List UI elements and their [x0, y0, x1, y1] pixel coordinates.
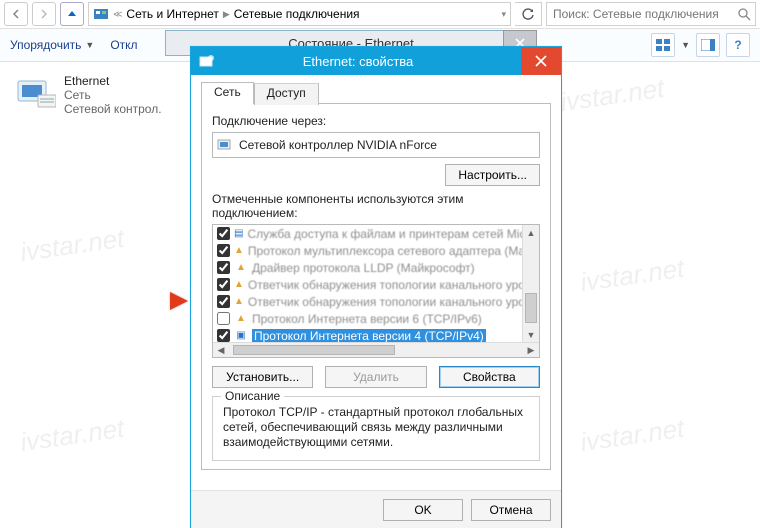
properties-button[interactable]: Свойства — [439, 366, 540, 388]
description-label: Описание — [221, 389, 284, 403]
protocol-icon: ▲ — [234, 279, 244, 290]
search-input[interactable] — [551, 6, 734, 22]
service-icon: ▤ — [234, 228, 243, 239]
breadcrumb[interactable]: ≪ Сеть и Интернет ▶ Сетевые подключения … — [88, 2, 511, 26]
scroll-thumb[interactable] — [525, 293, 537, 323]
preview-pane-button[interactable] — [696, 33, 720, 57]
search-box[interactable] — [546, 2, 756, 26]
disable-label: Откл — [110, 38, 137, 52]
component-checkbox[interactable] — [217, 329, 230, 342]
component-label: Протокол Интернета версии 4 (TCP/IPv4) — [252, 329, 486, 343]
component-checkbox[interactable] — [217, 295, 230, 308]
components-list[interactable]: ▤ Служба доступа к файлам и принтерам сет… — [212, 224, 540, 358]
dialog-title: Ethernet: свойства — [201, 54, 515, 69]
tab-strip: Сеть Доступ — [201, 81, 551, 104]
component-checkbox[interactable] — [217, 227, 230, 240]
help-button[interactable]: ? — [726, 33, 750, 57]
horizontal-scrollbar[interactable]: ◀ ▶ — [213, 342, 539, 357]
list-item[interactable]: ▲ Ответчик обнаружения топологии канально… — [213, 276, 523, 293]
list-item[interactable]: ▲ Ответчик обнаружения топологии канально… — [213, 293, 523, 310]
adapter-field: Сетевой контроллер NVIDIA nForce — [212, 132, 540, 158]
connection-text: Ethernet Сеть Сетевой контрол. — [64, 74, 162, 116]
network-adapter-icon — [16, 74, 56, 110]
crumb-connections[interactable]: Сетевые подключения — [234, 7, 360, 21]
component-label: Ответчик обнаружения топологии канальног… — [248, 278, 523, 292]
list-item[interactable]: ▤ Служба доступа к файлам и принтерам сет… — [213, 225, 523, 242]
component-label: Ответчик обнаружения топологии канальног… — [248, 295, 523, 309]
component-checkbox[interactable] — [217, 278, 230, 291]
connection-name: Ethernet — [64, 74, 162, 88]
watermark: ivstar.net — [578, 413, 686, 458]
connection-status: Сеть — [64, 88, 162, 102]
component-label: Протокол мультиплексора сетевого адаптер… — [248, 244, 523, 258]
list-item[interactable]: ▲ Протокол мультиплексора сетевого адапте… — [213, 242, 523, 259]
remove-button: Удалить — [325, 366, 426, 388]
watermark: ivstar.net — [578, 253, 686, 298]
dialog-actions: OK Отмена — [191, 490, 561, 528]
network-protocol-icon: ▣ — [234, 330, 248, 341]
description-text: Протокол TCP/IP - стандартный протокол г… — [223, 405, 529, 450]
watermark: ivstar.net — [18, 413, 126, 458]
dialog-titlebar[interactable]: Ethernet: свойства — [191, 47, 561, 75]
address-bar: ≪ Сеть и Интернет ▶ Сетевые подключения … — [0, 0, 760, 29]
back-button[interactable] — [4, 2, 28, 26]
tab-network[interactable]: Сеть — [201, 82, 254, 104]
install-button[interactable]: Установить... — [212, 366, 313, 388]
chevron-down-icon[interactable]: ▼ — [681, 40, 690, 50]
list-item[interactable]: ▲ Драйвер протокола LLDP (Майкрософт) — [213, 259, 523, 276]
close-button[interactable] — [521, 47, 561, 75]
protocol-icon: ▲ — [234, 313, 248, 324]
watermark: ivstar.net — [18, 223, 126, 268]
watermark: ivstar.net — [558, 73, 666, 118]
list-item[interactable]: ▲ Протокол Интернета версии 6 (TCP/IPv6) — [213, 310, 523, 327]
cancel-button[interactable]: Отмена — [471, 499, 551, 521]
hscroll-thumb[interactable] — [233, 345, 395, 355]
organize-menu[interactable]: Упорядочить ▼ — [10, 38, 94, 52]
tab-access[interactable]: Доступ — [254, 83, 319, 105]
component-label: Служба доступа к файлам и принтерам сете… — [247, 227, 523, 241]
control-panel-icon — [93, 6, 109, 22]
protocol-icon: ▲ — [234, 296, 244, 307]
view-layout-button[interactable] — [651, 33, 675, 57]
list-item[interactable]: ▣ Протокол Интернета версии 4 (TCP/IPv4) — [213, 327, 523, 343]
connection-device: Сетевой контрол. — [64, 102, 162, 116]
disable-connection-button[interactable]: Откл — [110, 38, 137, 52]
refresh-button[interactable] — [515, 2, 542, 26]
scroll-right-button[interactable]: ▶ — [523, 343, 539, 357]
connect-via-label: Подключение через: — [212, 114, 540, 128]
description-group: Описание Протокол TCP/IP - стандартный п… — [212, 396, 540, 461]
component-label: Протокол Интернета версии 6 (TCP/IPv6) — [252, 312, 482, 326]
search-icon — [738, 8, 751, 21]
vertical-scrollbar[interactable]: ▲ ▼ — [522, 225, 539, 343]
forward-button[interactable] — [32, 2, 56, 26]
scroll-left-button[interactable]: ◀ — [213, 343, 229, 357]
component-label: Драйвер протокола LLDP (Майкрософт) — [252, 261, 475, 275]
scroll-up-button[interactable]: ▲ — [523, 225, 539, 241]
chevron-right-icon: ▶ — [223, 9, 230, 20]
configure-button[interactable]: Настроить... — [445, 164, 540, 186]
adapter-icon — [217, 138, 233, 152]
ok-button[interactable]: OK — [383, 499, 463, 521]
protocol-icon: ▲ — [234, 262, 248, 273]
chevron-down-icon: ▼ — [85, 40, 94, 50]
dropdown-icon[interactable]: ▾ — [501, 9, 506, 20]
scroll-down-button[interactable]: ▼ — [523, 327, 539, 343]
component-buttons: Установить... Удалить Свойства — [212, 366, 540, 388]
annotation-arrow-icon — [170, 292, 188, 310]
component-checkbox[interactable] — [217, 244, 230, 257]
adapter-name: Сетевой контроллер NVIDIA nForce — [239, 138, 437, 152]
organize-label: Упорядочить — [10, 38, 81, 52]
component-checkbox[interactable] — [217, 261, 230, 274]
tab-panel-network: Подключение через: Сетевой контроллер NV… — [201, 104, 551, 470]
crumb-network-internet[interactable]: Сеть и Интернет — [126, 7, 218, 21]
protocol-icon: ▲ — [234, 245, 244, 256]
ethernet-properties-dialog: Ethernet: свойства Сеть Доступ Подключен… — [190, 46, 562, 528]
dialog-body: Сеть Доступ Подключение через: Сетевой к… — [191, 75, 561, 490]
connection-item[interactable]: Ethernet Сеть Сетевой контрол. — [16, 74, 166, 116]
up-button[interactable] — [60, 2, 84, 26]
chevron-icon: ≪ — [113, 9, 122, 20]
components-label: Отмеченные компоненты используются этим … — [212, 192, 540, 220]
component-checkbox[interactable] — [217, 312, 230, 325]
